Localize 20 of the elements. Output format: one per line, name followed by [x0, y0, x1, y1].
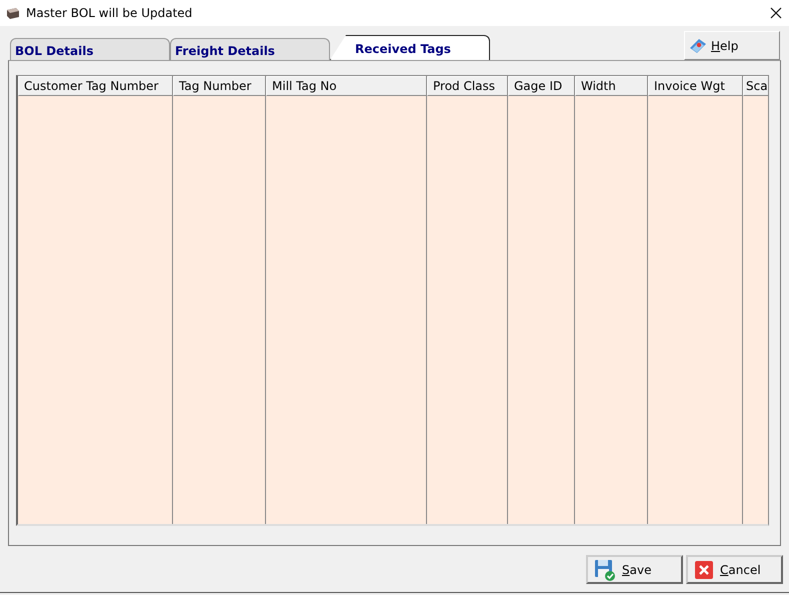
- column-header[interactable]: Gage ID: [508, 76, 574, 96]
- column-header[interactable]: Invoice Wgt: [648, 76, 742, 96]
- column-header[interactable]: Prod Class: [427, 76, 507, 96]
- close-icon[interactable]: [769, 6, 783, 20]
- tab[interactable]: Received Tags: [330, 35, 490, 60]
- column-header[interactable]: Customer Tag Number: [18, 76, 172, 96]
- app-icon: [6, 7, 20, 19]
- tab[interactable]: BOL Details: [10, 38, 170, 60]
- book-icon: [689, 38, 707, 54]
- save-button[interactable]: Save: [586, 555, 683, 584]
- help-button[interactable]: Help: [684, 31, 780, 60]
- close-icon: [694, 560, 714, 580]
- column-header[interactable]: Sca: [743, 76, 768, 96]
- column-header[interactable]: Tag Number: [173, 76, 265, 96]
- column-header[interactable]: Width: [575, 76, 647, 96]
- column-header[interactable]: Mill Tag No: [266, 76, 426, 96]
- floppy-disk-icon: [594, 558, 616, 580]
- tab[interactable]: Freight Details: [170, 38, 330, 60]
- cancel-button[interactable]: Cancel: [686, 555, 783, 584]
- window-title: Master BOL will be Updated: [26, 6, 194, 20]
